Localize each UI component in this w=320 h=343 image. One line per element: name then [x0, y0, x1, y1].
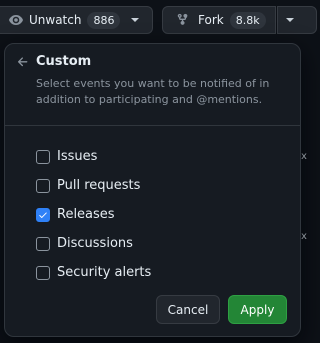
fork-label: Fork	[198, 13, 224, 27]
discussions-checkbox[interactable]	[36, 236, 50, 251]
event-item-releases[interactable]: Releases	[36, 200, 151, 229]
event-item-issues[interactable]: Issues	[36, 142, 151, 171]
event-label: Releases	[57, 207, 115, 222]
event-label: Discussions	[57, 236, 133, 251]
chevron-down-icon	[286, 18, 294, 22]
apply-button[interactable]: Apply	[228, 295, 287, 324]
watch-label: Unwatch	[29, 13, 82, 27]
event-item-discussions[interactable]: Discussions	[36, 229, 151, 258]
event-label: Security alerts	[57, 265, 152, 280]
dialog-description: Select events you want to be notified of…	[36, 77, 270, 106]
background-fragment: x	[301, 151, 307, 162]
event-label: Pull requests	[57, 178, 141, 193]
arrow-left-icon[interactable]	[15, 54, 31, 70]
fork-button[interactable]: Fork 8.8k	[162, 6, 276, 34]
security-alerts-checkbox[interactable]	[36, 265, 50, 280]
eye-icon	[8, 12, 24, 28]
fork-count: 8.8k	[229, 11, 266, 29]
issues-checkbox[interactable]	[36, 149, 50, 164]
background-fragment: x	[301, 231, 307, 242]
event-list: Issues Pull requests Releases Discussion…	[36, 142, 151, 287]
releases-checkbox[interactable]	[36, 207, 50, 222]
dialog-header: Custom Select events you want to be noti…	[5, 44, 300, 126]
dialog-title: Custom	[36, 54, 92, 69]
fork-dropdown-button[interactable]	[277, 6, 317, 34]
watch-button[interactable]: Unwatch 886	[0, 6, 153, 34]
event-item-security-alerts[interactable]: Security alerts	[36, 258, 151, 287]
check-icon	[39, 212, 47, 218]
event-item-pull-requests[interactable]: Pull requests	[36, 171, 151, 200]
event-label: Issues	[57, 149, 98, 164]
pull-requests-checkbox[interactable]	[36, 178, 50, 193]
notification-settings-dialog: Custom Select events you want to be noti…	[4, 43, 301, 337]
chevron-down-icon[interactable]	[131, 18, 140, 22]
repo-forked-icon	[176, 13, 190, 27]
watch-count: 886	[87, 11, 121, 29]
cancel-button[interactable]: Cancel	[156, 295, 220, 324]
